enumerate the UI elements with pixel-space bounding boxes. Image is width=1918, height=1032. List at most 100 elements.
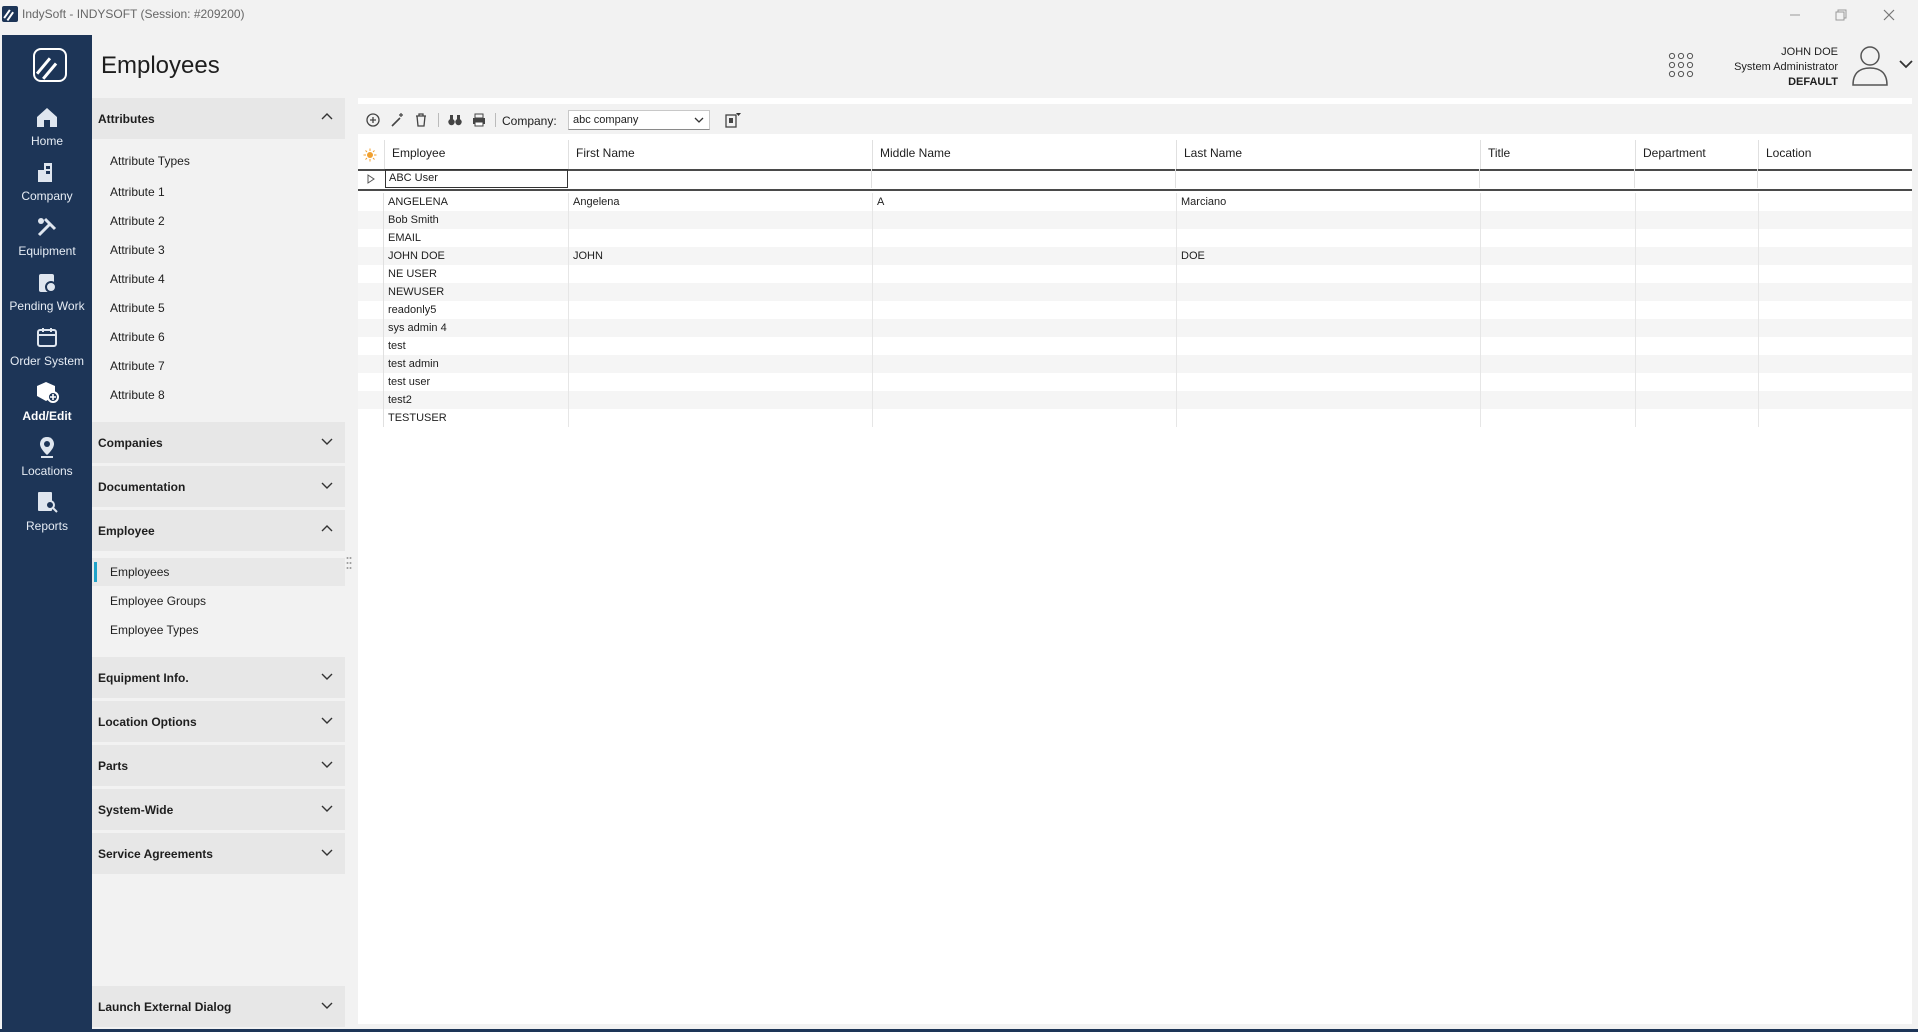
cell-last-name[interactable] [1176, 373, 1480, 391]
section-companies[interactable]: Companies [92, 422, 345, 463]
cell-middle-name[interactable] [872, 211, 1176, 229]
cell-location[interactable] [1758, 355, 1912, 373]
close-button[interactable] [1866, 2, 1912, 28]
cell-department[interactable] [1635, 193, 1758, 211]
minimize-button[interactable] [1772, 2, 1818, 28]
nav-item-attribute-6[interactable]: Attribute 6 [92, 323, 345, 351]
cell-employee[interactable]: test admin [384, 355, 568, 373]
cell-middle-name[interactable] [872, 265, 1176, 283]
apps-grid-icon[interactable] [1668, 52, 1694, 78]
section-system-wide[interactable]: System-Wide [92, 789, 345, 830]
column-header-employee[interactable]: Employee [384, 140, 568, 169]
cell-title[interactable] [1480, 247, 1635, 265]
table-row[interactable]: JOHN DOE JOHN DOE [358, 247, 1912, 265]
cell-last-name[interactable] [1176, 265, 1480, 283]
section-documentation[interactable]: Documentation [92, 466, 345, 507]
rail-item-home[interactable]: Home [2, 105, 92, 160]
nav-item-attribute-8[interactable]: Attribute 8 [92, 381, 345, 409]
cell-employee[interactable]: EMAIL [384, 229, 568, 247]
cell-middle-name[interactable] [872, 391, 1176, 409]
cell-middle-name[interactable] [872, 373, 1176, 391]
section-equipment-info[interactable]: Equipment Info. [92, 657, 345, 698]
cell-department[interactable] [1635, 211, 1758, 229]
table-row[interactable]: EMAIL [358, 229, 1912, 247]
row-indicator[interactable] [358, 319, 384, 337]
table-row[interactable]: test user [358, 373, 1912, 391]
table-row[interactable]: test2 [358, 391, 1912, 409]
cell-last-name[interactable] [1176, 211, 1480, 229]
nav-item-attribute-4[interactable]: Attribute 4 [92, 265, 345, 293]
column-header-first-name[interactable]: First Name [568, 140, 872, 169]
cell-employee[interactable]: readonly5 [384, 301, 568, 319]
cell-first-name[interactable] [568, 319, 872, 337]
cell-middle-name[interactable] [872, 283, 1176, 301]
cell-title[interactable] [1480, 319, 1635, 337]
cell-department[interactable] [1635, 337, 1758, 355]
section-employee[interactable]: Employee [92, 510, 345, 551]
cell-title[interactable] [1480, 265, 1635, 283]
cell-employee[interactable]: test2 [384, 391, 568, 409]
cell-department[interactable] [1635, 301, 1758, 319]
edit-record-button[interactable] [388, 111, 406, 129]
section-location-options[interactable]: Location Options [92, 701, 345, 742]
cell-department[interactable] [1635, 247, 1758, 265]
cell-first-name[interactable] [568, 391, 872, 409]
cell-department[interactable] [1635, 229, 1758, 247]
cell-middle-name[interactable] [872, 229, 1176, 247]
section-attributes[interactable]: Attributes [92, 98, 345, 139]
print-button[interactable] [470, 111, 488, 129]
table-row[interactable]: NE USER [358, 265, 1912, 283]
cell-employee[interactable]: NEWUSER [384, 283, 568, 301]
cell-first-name[interactable] [568, 337, 872, 355]
cell-location[interactable] [1758, 373, 1912, 391]
add-record-button[interactable] [364, 111, 382, 129]
cell-first-name[interactable] [568, 409, 872, 427]
cell-title[interactable] [1480, 355, 1635, 373]
group-row[interactable]: ABC User [358, 169, 1912, 191]
cell-first-name[interactable] [568, 211, 872, 229]
column-header-department[interactable]: Department [1635, 140, 1758, 169]
cell-title[interactable] [1480, 391, 1635, 409]
nav-item-attribute-2[interactable]: Attribute 2 [92, 207, 345, 235]
table-row[interactable]: readonly5 [358, 301, 1912, 319]
cell-title[interactable] [1480, 337, 1635, 355]
cell-employee[interactable]: test [384, 337, 568, 355]
cell-middle-name[interactable]: A [872, 193, 1176, 211]
cell-last-name[interactable] [1176, 337, 1480, 355]
column-header-location[interactable]: Location [1758, 140, 1912, 169]
cell-location[interactable] [1758, 229, 1912, 247]
cell-title[interactable] [1480, 193, 1635, 211]
row-indicator[interactable] [358, 355, 384, 373]
nav-item-attribute-5[interactable]: Attribute 5 [92, 294, 345, 322]
cell-employee[interactable]: NE USER [384, 265, 568, 283]
nav-item-employee-groups[interactable]: Employee Groups [92, 587, 345, 615]
column-header-last-name[interactable]: Last Name [1176, 140, 1480, 169]
cell-employee[interactable]: TESTUSER [384, 409, 568, 427]
section-parts[interactable]: Parts [92, 745, 345, 786]
row-indicator[interactable] [358, 265, 384, 283]
cell-employee[interactable]: sys admin 4 [384, 319, 568, 337]
table-row[interactable]: test [358, 337, 1912, 355]
cell-department[interactable] [1635, 319, 1758, 337]
cell-first-name[interactable] [568, 265, 872, 283]
cell-title[interactable] [1480, 229, 1635, 247]
cell-department[interactable] [1635, 355, 1758, 373]
cell-employee[interactable]: Bob Smith [384, 211, 568, 229]
cell-last-name[interactable] [1176, 301, 1480, 319]
rail-item-add-edit[interactable]: Add/Edit [2, 380, 92, 435]
delete-record-button[interactable] [412, 111, 430, 129]
cell-title[interactable] [1480, 373, 1635, 391]
cell-title[interactable] [1480, 301, 1635, 319]
cell-department[interactable] [1635, 391, 1758, 409]
rail-item-reports[interactable]: Reports [2, 490, 92, 545]
table-row[interactable]: Bob Smith [358, 211, 1912, 229]
cell-location[interactable] [1758, 247, 1912, 265]
table-row[interactable]: TESTUSER [358, 409, 1912, 427]
find-button[interactable] [446, 111, 464, 129]
cell-title[interactable] [1480, 283, 1635, 301]
rail-item-company[interactable]: Company [2, 160, 92, 215]
cell-first-name[interactable] [568, 373, 872, 391]
cell-last-name[interactable] [1176, 283, 1480, 301]
row-indicator[interactable] [358, 409, 384, 427]
cell-department[interactable] [1635, 265, 1758, 283]
